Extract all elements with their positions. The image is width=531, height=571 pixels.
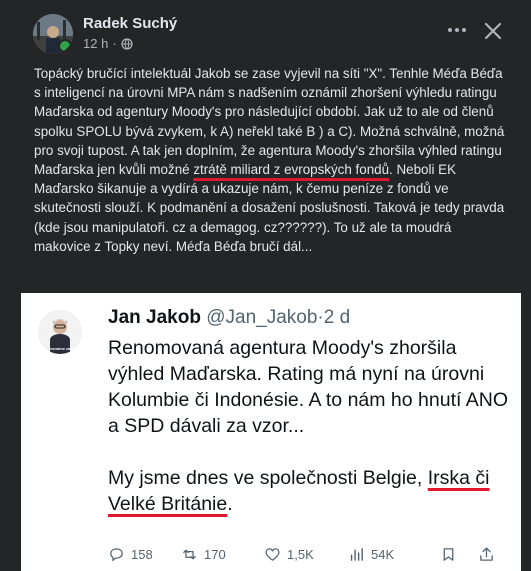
- tweet-paragraph-2-line1: My jsme dnes ve společnosti Belgie,: [108, 467, 423, 489]
- post-body-part1: Topácký bručící intelektuál Jakob se zas…: [34, 66, 505, 178]
- more-dot: [448, 28, 452, 32]
- more-dot: [455, 28, 459, 32]
- tweet-age[interactable]: 2 d: [324, 307, 350, 328]
- repost-action[interactable]: 170: [181, 546, 264, 563]
- bookmark-action[interactable]: [440, 546, 478, 563]
- reply-action[interactable]: 158: [108, 546, 181, 563]
- post-body-underlined: ztrátě miliard z evropských fondů: [193, 162, 390, 178]
- views-count: 54K: [371, 546, 395, 562]
- more-dot: [462, 28, 466, 32]
- tweet-paragraph-2-end: .: [227, 493, 233, 515]
- post-body: Topácký bručící intelektuál Jakob se zas…: [34, 64, 506, 256]
- tweet-author-handle[interactable]: @Jan_Jakob: [206, 307, 317, 328]
- reply-icon: [110, 547, 123, 561]
- heart-icon: [265, 547, 280, 561]
- facebook-post: Radek Suchý 12 h · Topácký bručící intel…: [0, 0, 531, 571]
- like-action[interactable]: 1,5K: [264, 546, 348, 563]
- repost-count: 170: [204, 546, 226, 562]
- tweet-text: Renomovaná agentura Moody's zhoršila výh…: [108, 335, 508, 517]
- tweet-author-name[interactable]: Jan Jakob: [108, 307, 201, 328]
- more-options-button[interactable]: [441, 18, 473, 42]
- views-action[interactable]: 54K: [348, 546, 440, 563]
- embedded-tweet[interactable]: Teď nesmíme zastavit Jan Jakob @Jan_Jako…: [21, 293, 521, 571]
- post-time[interactable]: 12 h: [83, 36, 108, 51]
- bookmark-icon: [443, 547, 454, 561]
- globe-icon: [121, 37, 133, 50]
- like-count: 1,5K: [287, 546, 314, 562]
- tweet-actions: 158 170 1,5K 54K: [108, 543, 518, 565]
- author-avatar[interactable]: [33, 14, 73, 54]
- close-icon[interactable]: [480, 18, 506, 44]
- repost-icon: [183, 549, 196, 559]
- share-icon: [480, 546, 493, 561]
- meta-separator: ·: [112, 36, 117, 51]
- online-status-dot: [58, 39, 72, 53]
- reply-count: 158: [131, 546, 153, 562]
- post-header: Radek Suchý 12 h ·: [0, 0, 531, 60]
- tweet-paragraph-1: Renomovaná agentura Moody's zhoršila výh…: [108, 337, 508, 437]
- views-chart-icon: [350, 547, 363, 561]
- author-name[interactable]: Radek Suchý: [83, 15, 177, 32]
- tweet-header: Jan Jakob @Jan_Jakob·2 d: [108, 307, 350, 329]
- post-meta: 12 h ·: [83, 36, 133, 51]
- tweet-author-avatar[interactable]: Teď nesmíme zastavit: [38, 310, 82, 354]
- tweet-paragraph-2: My jsme dnes ve společnosti Belgie, Irsk…: [108, 465, 508, 517]
- tweet-avatar-photo: Teď nesmíme zastavit: [38, 310, 82, 354]
- share-action[interactable]: [478, 546, 502, 563]
- tweet-avatar-caption: Teď nesmíme zastavit: [39, 346, 81, 351]
